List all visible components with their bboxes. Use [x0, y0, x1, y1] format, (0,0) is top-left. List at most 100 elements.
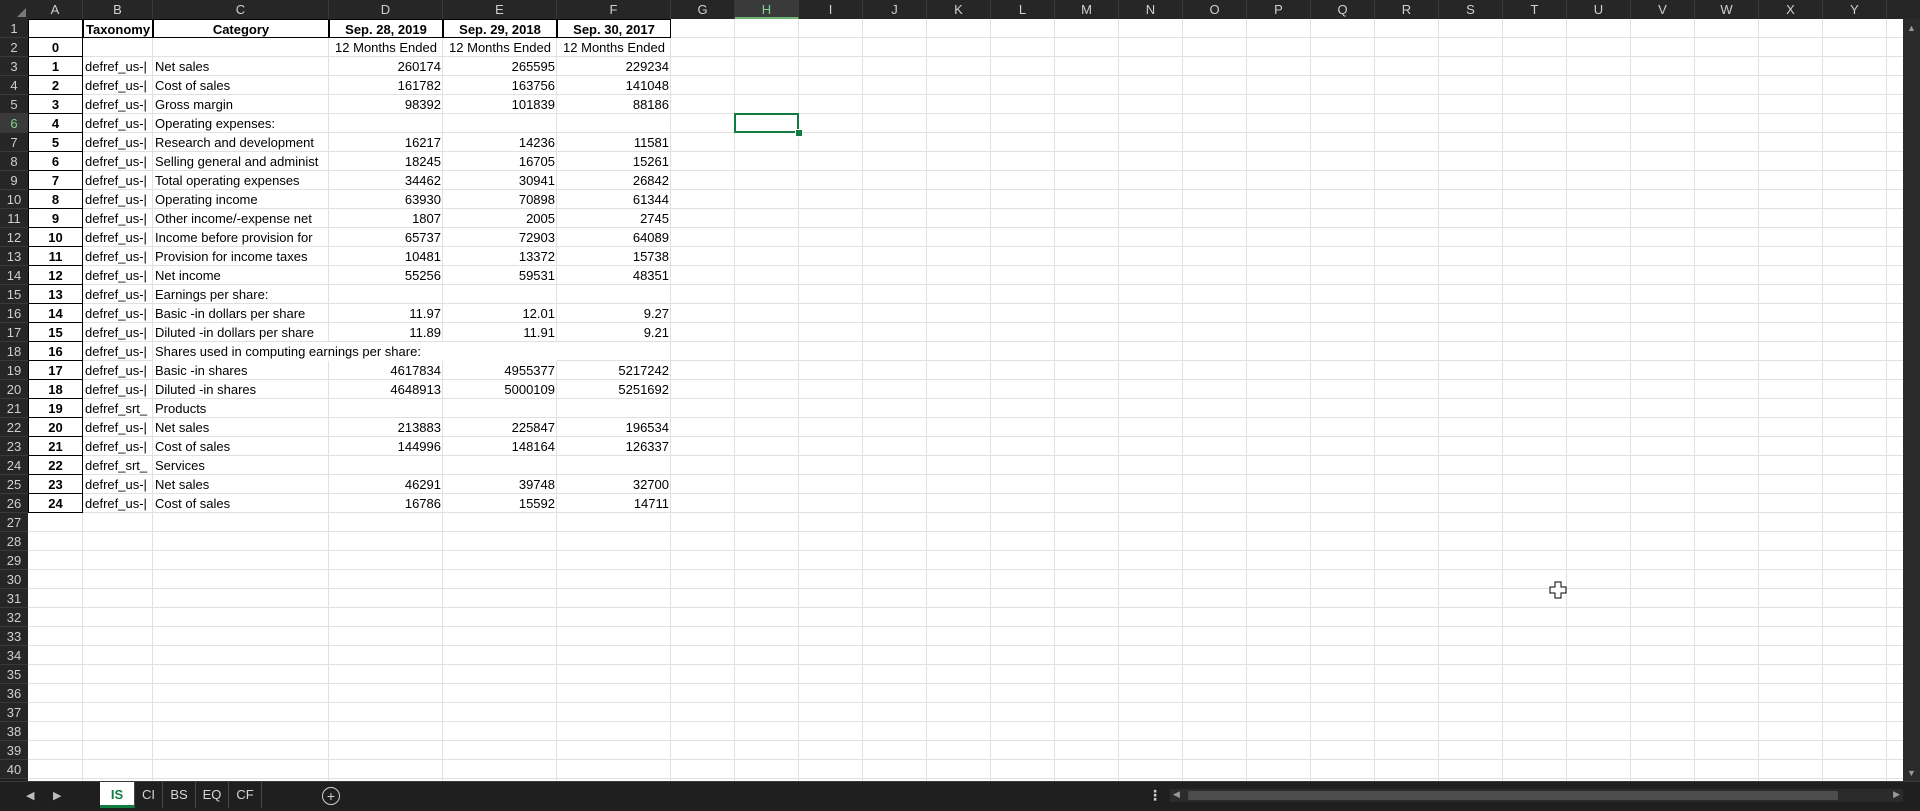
sheet-tab-bs[interactable]: BS [163, 782, 196, 808]
row-header-39[interactable]: 39 [0, 741, 28, 760]
index-cell[interactable]: 13 [28, 285, 83, 304]
taxonomy-cell[interactable]: defref_us-| [83, 190, 153, 209]
taxonomy-cell[interactable]: defref_us-| [83, 152, 153, 171]
index-cell[interactable]: 5 [28, 133, 83, 152]
value-2018-cell[interactable]: 14236 [443, 133, 557, 152]
category-cell[interactable]: Cost of sales [153, 437, 329, 456]
row-header-31[interactable]: 31 [0, 589, 28, 608]
value-2019-cell[interactable]: 46291 [329, 475, 443, 494]
worksheet-grid[interactable]: Taxonomy Category Sep. 28, 2019 Sep. 29, 20… [28, 19, 1903, 782]
row-header-18[interactable]: 18 [0, 342, 28, 361]
value-2018-cell[interactable] [443, 456, 557, 475]
column-header-v[interactable]: V [1631, 0, 1695, 19]
value-2018-cell[interactable]: 12.01 [443, 304, 557, 323]
row-header-3[interactable]: 3 [0, 57, 28, 76]
column-header-o[interactable]: O [1183, 0, 1247, 19]
value-2019-cell[interactable] [329, 114, 443, 133]
taxonomy-cell[interactable]: defref_us-| [83, 380, 153, 399]
scroll-down-icon[interactable]: ▼ [1907, 768, 1916, 778]
header-taxonomy[interactable]: Taxonomy [83, 19, 153, 38]
plus-circle-icon[interactable]: + [322, 787, 340, 805]
column-header-y[interactable]: Y [1823, 0, 1887, 19]
column-header-d[interactable]: D [329, 0, 443, 19]
index-cell[interactable]: 20 [28, 418, 83, 437]
vertical-ellipsis-icon[interactable]: ⋮ [1148, 787, 1162, 804]
row-header-8[interactable]: 8 [0, 152, 28, 171]
category-cell[interactable]: Cost of sales [153, 76, 329, 95]
value-2019-cell[interactable]: 55256 [329, 266, 443, 285]
value-2019-cell[interactable]: 4648913 [329, 380, 443, 399]
category-cell[interactable]: Provision for income taxes [153, 247, 329, 266]
value-2017-cell[interactable]: 14711 [557, 494, 671, 513]
row-header-15[interactable]: 15 [0, 285, 28, 304]
value-2018-cell[interactable]: 72903 [443, 228, 557, 247]
category-cell[interactable]: Earnings per share: [153, 285, 329, 304]
index-cell[interactable]: 4 [28, 114, 83, 133]
value-2017-cell[interactable]: 26842 [557, 171, 671, 190]
row-header-17[interactable]: 17 [0, 323, 28, 342]
column-header-w[interactable]: W [1695, 0, 1759, 19]
header-date-2017[interactable]: Sep. 30, 2017 [557, 19, 671, 38]
taxonomy-cell[interactable]: defref_us-| [83, 133, 153, 152]
chevron-left-icon[interactable]: ◀ [26, 789, 34, 802]
index-cell[interactable]: 23 [28, 475, 83, 494]
value-2017-cell[interactable] [557, 399, 671, 418]
row-header-32[interactable]: 32 [0, 608, 28, 627]
taxonomy-cell[interactable]: defref_us-| [83, 475, 153, 494]
column-header-q[interactable]: Q [1311, 0, 1375, 19]
scroll-left-icon[interactable]: ◀ [1173, 789, 1180, 800]
row-header-20[interactable]: 20 [0, 380, 28, 399]
row-header-40[interactable]: 40 [0, 760, 28, 779]
value-2019-cell[interactable]: 11.89 [329, 323, 443, 342]
taxonomy-cell[interactable]: defref_us-| [83, 247, 153, 266]
taxonomy-cell[interactable]: defref_us-| [83, 323, 153, 342]
column-header-n[interactable]: N [1119, 0, 1183, 19]
index-cell[interactable]: 9 [28, 209, 83, 228]
row-header-25[interactable]: 25 [0, 475, 28, 494]
row-header-4[interactable]: 4 [0, 76, 28, 95]
row-header-22[interactable]: 22 [0, 418, 28, 437]
taxonomy-cell[interactable]: defref_srt_ [83, 456, 153, 475]
taxonomy-cell[interactable]: defref_us-| [83, 266, 153, 285]
category-cell[interactable]: Research and development [153, 133, 329, 152]
value-2019-cell[interactable]: 260174 [329, 57, 443, 76]
period-label[interactable]: 12 Months Ended [329, 38, 443, 57]
column-header-p[interactable]: P [1247, 0, 1311, 19]
value-2019-cell[interactable]: 16786 [329, 494, 443, 513]
value-2017-cell[interactable]: 126337 [557, 437, 671, 456]
index-cell[interactable]: 11 [28, 247, 83, 266]
index-cell[interactable]: 7 [28, 171, 83, 190]
index-cell[interactable]: 3 [28, 95, 83, 114]
value-2018-cell[interactable]: 13372 [443, 247, 557, 266]
index-cell[interactable]: 19 [28, 399, 83, 418]
column-header-c[interactable]: C [153, 0, 329, 19]
row-header-34[interactable]: 34 [0, 646, 28, 665]
row-header-7[interactable]: 7 [0, 133, 28, 152]
value-2019-cell[interactable]: 18245 [329, 152, 443, 171]
index-cell[interactable]: 10 [28, 228, 83, 247]
value-2018-cell[interactable]: 11.91 [443, 323, 557, 342]
fill-handle[interactable] [795, 129, 803, 137]
taxonomy-cell[interactable]: defref_srt_ [83, 399, 153, 418]
taxonomy-cell[interactable]: defref_us-| [83, 57, 153, 76]
value-2018-cell[interactable]: 265595 [443, 57, 557, 76]
value-2017-cell[interactable] [557, 456, 671, 475]
value-2018-cell[interactable]: 16705 [443, 152, 557, 171]
cell-a1[interactable] [28, 19, 83, 38]
value-2018-cell[interactable]: 59531 [443, 266, 557, 285]
value-2018-cell[interactable]: 39748 [443, 475, 557, 494]
index-cell[interactable]: 21 [28, 437, 83, 456]
column-header-g[interactable]: G [671, 0, 735, 19]
value-2019-cell[interactable]: 34462 [329, 171, 443, 190]
value-2018-cell[interactable]: 4955377 [443, 361, 557, 380]
scroll-right-icon[interactable]: ▶ [1893, 789, 1900, 800]
active-cell-selection[interactable] [734, 113, 799, 133]
value-2017-cell[interactable]: 9.21 [557, 323, 671, 342]
value-2018-cell[interactable]: 15592 [443, 494, 557, 513]
category-cell[interactable]: Net income [153, 266, 329, 285]
category-cell[interactable]: Operating expenses: [153, 114, 329, 133]
row-header-9[interactable]: 9 [0, 171, 28, 190]
category-cell[interactable]: Net sales [153, 475, 329, 494]
value-2018-cell[interactable]: 148164 [443, 437, 557, 456]
value-2018-cell[interactable]: 225847 [443, 418, 557, 437]
